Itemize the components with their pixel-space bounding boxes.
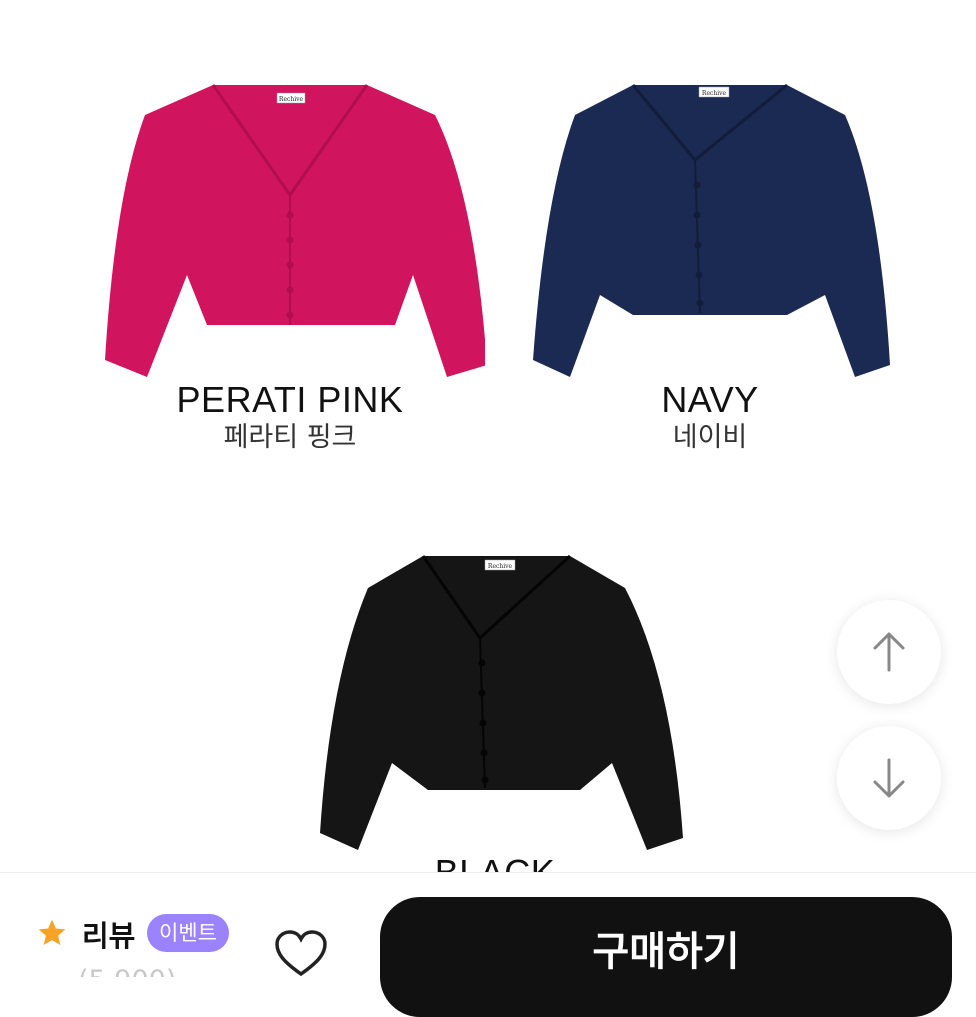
star-icon: [38, 919, 66, 945]
product-name-en: NAVY: [661, 379, 759, 420]
brand-label: Rechive: [488, 563, 513, 570]
product-name-en: PERATI PINK: [176, 379, 404, 420]
cardigan-image: Rechive: [105, 84, 485, 377]
brand-label: Rechive: [279, 96, 304, 103]
product-navy[interactable]: Rechive NAVY 네이비: [520, 75, 900, 456]
review-count: (5,900): [78, 965, 176, 977]
arrow-down-icon: [873, 758, 905, 798]
product-name-ko: 네이비: [672, 422, 748, 453]
event-badge[interactable]: 이벤트: [147, 914, 229, 952]
scroll-down-button[interactable]: [837, 726, 941, 830]
cardigan-image: Rechive: [320, 554, 683, 850]
buy-button[interactable]: 구매하기: [380, 897, 952, 1017]
cardigan-image: Rechive: [533, 83, 890, 377]
heart-icon[interactable]: [274, 930, 328, 978]
product-black[interactable]: Rechive BLACK: [295, 548, 695, 893]
scroll-up-button[interactable]: [837, 600, 941, 704]
product-name-ko: 페라티 핑크: [223, 422, 357, 453]
arrow-up-icon: [873, 632, 905, 672]
review-label[interactable]: 리뷰: [82, 913, 135, 955]
brand-label: Rechive: [702, 90, 727, 97]
product-perati-pink[interactable]: Rechive PERATI PINK 페라티 핑크: [90, 75, 490, 456]
